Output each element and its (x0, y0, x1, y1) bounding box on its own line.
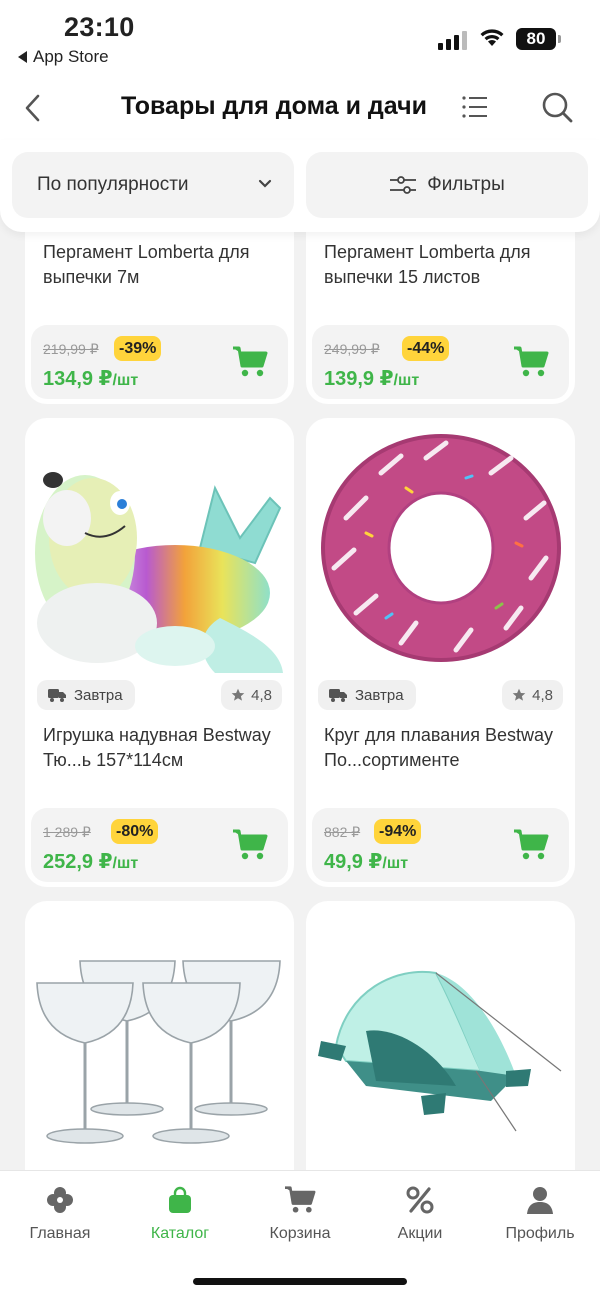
tab-cart[interactable]: Корзина (240, 1185, 360, 1243)
product-card[interactable]: Пергамент Lomberta для выпечки 15 листов… (306, 232, 575, 404)
tab-profile-label: Профиль (505, 1225, 575, 1242)
delivery-label: Завтра (355, 686, 404, 704)
price-box: 1 289 ₽ -80% 252,9 ₽/шт (31, 808, 288, 882)
discount-badge: -94% (374, 819, 422, 844)
list-icon[interactable] (460, 92, 490, 122)
rating-value: 4,8 (251, 686, 272, 704)
status-time: 23:10 (64, 12, 135, 42)
product-image-champagne-glasses (36, 960, 281, 1144)
search-icon[interactable] (540, 90, 574, 124)
rating-badge: 4,8 (502, 680, 563, 710)
home-indicator (193, 1278, 407, 1285)
product-grid: Пергамент Lomberta для выпечки 7м 219,99… (0, 232, 600, 1170)
tab-home[interactable]: Главная (0, 1185, 120, 1243)
bottom-tab-bar: Главная Каталог Корзина Акции Профиль (0, 1170, 600, 1297)
add-to-cart-icon[interactable] (232, 345, 268, 379)
discount-badge: -39% (114, 336, 162, 361)
discount-badge: -44% (402, 336, 450, 361)
product-image-beach-tent (318, 970, 562, 1132)
product-name: Игрушка надувная Bestway Тю...ь 157*114с… (43, 725, 271, 770)
product-name: Круг для плавания Bestway По...сортимент… (324, 725, 554, 770)
add-to-cart-icon[interactable] (232, 828, 268, 862)
current-price: 252,9 ₽/шт (43, 851, 139, 873)
back-app-label: App Store (33, 47, 109, 66)
tab-cart-label: Корзина (269, 1225, 331, 1242)
filters-button[interactable]: Фильтры (306, 152, 588, 218)
percent-icon (406, 1186, 434, 1214)
sort-label: По популярности (37, 174, 189, 195)
current-price: 49,9 ₽/шт (324, 851, 409, 873)
sort-dropdown[interactable]: По популярности (12, 152, 294, 218)
delivery-truck-icon (48, 689, 66, 702)
product-card[interactable]: Завтра 4,8 Игрушка надувная Bestway Тю..… (25, 418, 294, 887)
profile-icon (527, 1187, 553, 1214)
chevron-down-icon (258, 179, 272, 188)
product-name: Пергамент Lomberta для выпечки 15 листов (324, 242, 531, 287)
star-icon (231, 688, 245, 701)
rating-badge: 4,8 (221, 680, 282, 710)
old-price: 219,99 ₽ (43, 341, 99, 357)
nav-header: Товары для дома и дачи (0, 80, 600, 140)
product-card[interactable] (306, 901, 575, 1170)
filters-label: Фильтры (427, 174, 505, 195)
current-price: 139,9 ₽/шт (324, 368, 420, 390)
product-image-inflatable-seal (35, 472, 283, 673)
old-price: 1 289 ₽ (43, 824, 91, 840)
price-box: 219,99 ₽ -39% 134,9 ₽/шт (31, 325, 288, 399)
price-box: 882 ₽ -94% 49,9 ₽/шт (312, 808, 569, 882)
delivery-label: Завтра (74, 686, 123, 704)
discount-badge: -80% (111, 819, 159, 844)
product-card[interactable]: Завтра 4,8 Круг для плавания Bestway По.… (306, 418, 575, 887)
catalog-bag-icon (169, 1186, 191, 1213)
add-to-cart-icon[interactable] (513, 828, 549, 862)
tab-promotions[interactable]: Акции (360, 1185, 480, 1243)
tab-catalog-label: Каталог (150, 1225, 210, 1242)
back-to-app-store-link[interactable]: App Store (18, 47, 109, 67)
status-bar: 23:10 App Store 80 (0, 0, 600, 80)
star-icon (512, 688, 526, 701)
price-box: 249,99 ₽ -44% 139,9 ₽/шт (312, 325, 569, 399)
current-price: 134,9 ₽/шт (43, 368, 139, 390)
tab-profile[interactable]: Профиль (480, 1185, 600, 1243)
cart-icon (285, 1186, 316, 1213)
tab-catalog[interactable]: Каталог (120, 1185, 240, 1243)
delivery-badge: Завтра (318, 680, 416, 710)
cellular-signal-icon (438, 30, 467, 50)
tab-home-label: Главная (29, 1225, 91, 1242)
old-price: 249,99 ₽ (324, 341, 380, 357)
add-to-cart-icon[interactable] (513, 345, 549, 379)
product-image-donut-swim-ring (321, 434, 561, 662)
product-card[interactable]: Пергамент Lomberta для выпечки 7м 219,99… (25, 232, 294, 404)
rating-value: 4,8 (532, 686, 553, 704)
old-price: 882 ₽ (324, 824, 361, 840)
battery-indicator: 80 (516, 28, 561, 50)
delivery-badge: Завтра (37, 680, 135, 710)
sort-filter-bar: По популярности Фильтры (0, 140, 600, 232)
home-icon (47, 1187, 73, 1213)
product-name: Пергамент Lomberta для выпечки 7м (43, 242, 250, 287)
tab-promotions-label: Акции (397, 1225, 443, 1242)
filter-sliders-icon (390, 176, 417, 194)
product-card[interactable] (25, 901, 294, 1170)
wifi-icon (480, 29, 504, 46)
delivery-truck-icon (329, 689, 347, 702)
back-triangle-icon (18, 51, 27, 63)
